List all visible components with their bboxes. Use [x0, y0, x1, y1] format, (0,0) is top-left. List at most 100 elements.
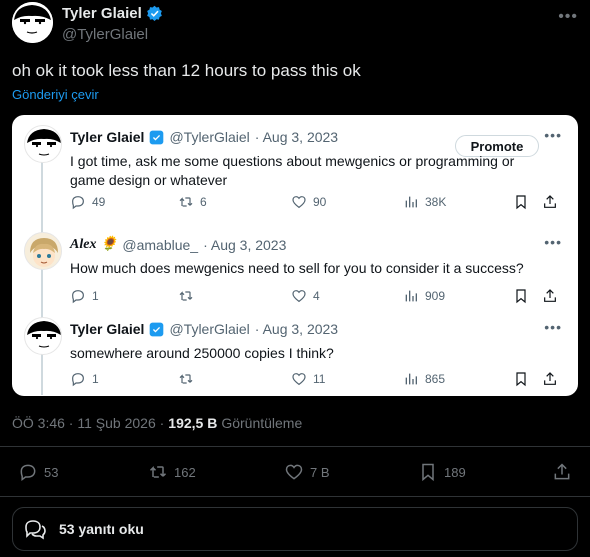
quoted-tweet-text: How much does mewgenics need to sell for…	[70, 260, 524, 276]
more-options-icon[interactable]: •••	[544, 127, 562, 143]
reply-icon	[72, 373, 84, 387]
reply-button[interactable]: 49	[70, 194, 105, 210]
bookmark-button[interactable]	[513, 371, 529, 387]
more-options-icon[interactable]: •••	[544, 234, 562, 250]
verified-badge-icon	[150, 130, 164, 144]
views-button[interactable]: 38K	[403, 194, 446, 210]
analytics-icon	[405, 290, 417, 302]
retweet-button[interactable]	[178, 371, 200, 387]
quoted-date[interactable]: · Aug 3, 2023	[203, 237, 286, 253]
author-handle[interactable]: @TylerGlaiel	[62, 26, 148, 43]
like-button[interactable]: 4	[291, 288, 320, 304]
more-options-icon[interactable]: •••	[544, 319, 562, 335]
quoted-tweet-header: Tyler Glaiel @TylerGlaiel · Aug 3, 2023	[70, 129, 338, 145]
repost-button[interactable]: 162	[148, 462, 196, 482]
reply-icon	[20, 464, 36, 481]
quoted-author-handle[interactable]: @TylerGlaiel	[169, 321, 249, 337]
quoted-author-name[interactable]: Tyler Glaiel	[70, 129, 144, 145]
heart-icon	[292, 290, 306, 303]
views-count: 192,5 B	[168, 415, 218, 431]
like-count: 7 B	[310, 464, 330, 480]
share-button[interactable]	[542, 288, 558, 304]
retweet-count: 6	[200, 195, 207, 209]
bookmark-button[interactable]: 189	[418, 462, 466, 482]
author-name-row[interactable]: Tyler Glaiel	[62, 5, 163, 22]
heart-icon	[292, 373, 306, 386]
share-icon	[544, 289, 556, 302]
like-button[interactable]: 11	[291, 371, 325, 387]
views-count: 909	[425, 289, 446, 303]
share-icon	[544, 195, 556, 208]
reply-icon	[72, 290, 84, 304]
repost-count: 162	[174, 464, 196, 480]
tweet-actions: 1 11 865	[70, 371, 566, 391]
share-button[interactable]	[542, 194, 558, 210]
bookmark-icon	[516, 289, 526, 304]
reply-count: 1	[92, 372, 99, 386]
bookmark-icon	[516, 372, 526, 387]
quoted-author-name[interactable]: Alex 🌻	[70, 236, 117, 253]
views-button[interactable]: 865	[403, 371, 445, 387]
reply-count: 53	[44, 464, 59, 480]
retweet-icon	[179, 291, 193, 301]
translate-post-link[interactable]: Gönderiyi çevir	[12, 87, 99, 102]
share-button[interactable]	[542, 371, 558, 387]
quoted-author-name[interactable]: Tyler Glaiel	[70, 321, 144, 337]
post-actions-bar: 53 162 7 B 189	[0, 458, 590, 488]
reply-button[interactable]: 1	[70, 371, 99, 387]
reply-button[interactable]: 1	[70, 288, 99, 304]
verified-badge-icon	[150, 322, 164, 336]
like-count: 4	[313, 289, 320, 303]
bookmark-icon	[422, 463, 434, 482]
heart-icon	[292, 196, 306, 209]
divider	[0, 446, 590, 447]
analytics-icon	[405, 196, 417, 208]
more-options-icon[interactable]: •••	[558, 8, 578, 26]
quoted-author-handle[interactable]: @amablue_	[122, 237, 198, 253]
views-count: 865	[425, 372, 446, 386]
quoted-avatar[interactable]	[24, 232, 62, 270]
post-header: Tyler Glaiel @TylerGlaiel •••	[12, 2, 578, 46]
retweet-icon	[179, 197, 193, 207]
like-count: 90	[313, 195, 327, 209]
read-replies-label: 53 yanıtı oku	[59, 521, 144, 537]
reply-button[interactable]: 53	[18, 462, 58, 482]
post-meta: ÖÖ 3:46 · 11 Şub 2026 · 192,5 B Görüntül…	[12, 415, 302, 431]
tweet-actions: 1 4 909	[70, 288, 566, 308]
quoted-date[interactable]: · Aug 3, 2023	[255, 129, 338, 145]
quoted-thread-card[interactable]: Tyler Glaiel @TylerGlaiel · Aug 3, 2023 …	[12, 115, 578, 396]
bookmark-button[interactable]	[513, 288, 529, 304]
quoted-avatar[interactable]	[24, 317, 62, 355]
author-name[interactable]: Tyler Glaiel	[62, 5, 142, 22]
share-icon	[544, 372, 556, 385]
reply-icon	[72, 196, 84, 210]
retweet-button[interactable]	[178, 288, 200, 304]
like-button[interactable]: 7 B	[284, 462, 330, 482]
quoted-tweet-3[interactable]: Tyler Glaiel @TylerGlaiel · Aug 3, 2023 …	[12, 317, 578, 396]
quoted-tweet-text: I got time, ask me some questions about …	[70, 153, 515, 188]
views-label: Görüntüleme	[221, 415, 303, 431]
share-button[interactable]	[552, 462, 572, 482]
heart-icon	[285, 464, 303, 480]
like-button[interactable]: 90	[291, 194, 326, 210]
divider	[0, 496, 590, 497]
quoted-author-handle[interactable]: @TylerGlaiel	[169, 129, 249, 145]
bookmark-button[interactable]	[513, 194, 529, 210]
views-button[interactable]: 909	[403, 288, 445, 304]
retweet-button[interactable]: 6	[178, 194, 207, 210]
bookmark-icon	[516, 195, 526, 210]
author-avatar[interactable]	[12, 2, 53, 43]
analytics-icon	[405, 373, 417, 385]
quoted-date[interactable]: · Aug 3, 2023	[255, 321, 338, 337]
quoted-avatar[interactable]	[24, 125, 62, 163]
quoted-tweet-header: Tyler Glaiel @TylerGlaiel · Aug 3, 2023	[70, 321, 338, 337]
chat-bubbles-icon	[25, 520, 46, 540]
retweet-icon	[179, 374, 193, 384]
quoted-tweet-2[interactable]: Alex 🌻 @amablue_ · Aug 3, 2023 ••• How m…	[12, 232, 578, 312]
reply-count: 1	[92, 289, 99, 303]
tweet-actions: 49 6 90 38K	[70, 194, 566, 214]
post-timestamp[interactable]: ÖÖ 3:46 · 11 Şub 2026 ·	[12, 415, 164, 431]
quoted-tweet-1[interactable]: Tyler Glaiel @TylerGlaiel · Aug 3, 2023 …	[12, 125, 578, 225]
views-count: 38K	[425, 195, 447, 209]
read-replies-button[interactable]: 53 yanıtı oku	[12, 507, 578, 551]
